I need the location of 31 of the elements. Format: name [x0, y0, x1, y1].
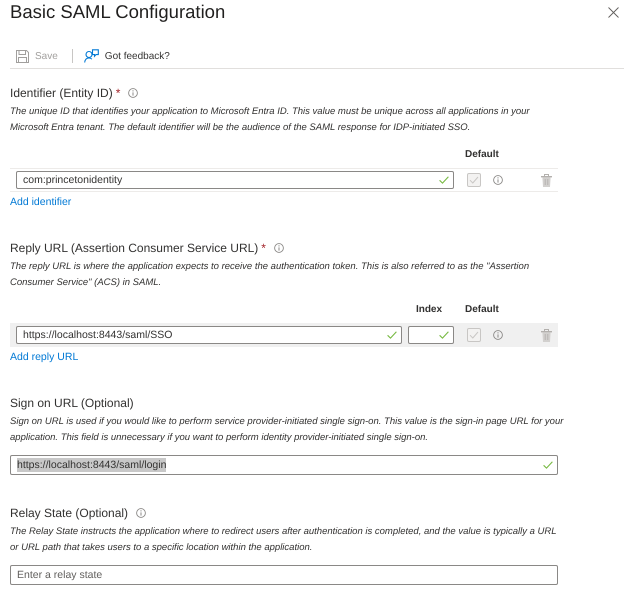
text-field[interactable]: com:princetonidentity	[16, 171, 454, 189]
panel-title: Basic SAML Configuration	[10, 0, 226, 24]
add-link[interactable]: Add reply URL	[10, 350, 78, 364]
info-icon[interactable]	[128, 88, 138, 98]
field-label: Sign on URL (Optional)	[10, 395, 134, 411]
field-description: The reply URL is where the application expects to receive the authentication token. This is also referred to as the "Assertion Consumer Service" (ACS) in SAML.	[10, 260, 530, 290]
column-header: Index	[414, 303, 444, 317]
field-label: Relay State (Optional)	[10, 505, 128, 521]
text-field[interactable]: Enter a relay state	[10, 565, 558, 585]
trash-icon[interactable]	[541, 174, 552, 186]
add-link[interactable]: Add identifier	[10, 195, 72, 209]
info-icon[interactable]	[493, 330, 503, 340]
trash-icon[interactable]	[541, 328, 552, 342]
field-description: The unique ID that identifies your application to Microsoft Entra ID. This value must be unique across all applications in your Microsoft Entra tenant. The default identifier will be the audience of the SAML response for IDP-initiated SSO.	[10, 105, 531, 135]
index-field[interactable]	[408, 326, 454, 344]
info-icon[interactable]	[274, 243, 284, 253]
field-description: Sign on URL is used if you would like to perform service provider-initiated single sign-on. This value is the sign-in page URL for your application. This field is unnecessary if you want to perform identity provider-initiated single sign-on.	[10, 415, 565, 445]
column-header: Default	[464, 303, 500, 317]
person-speech-bubble-icon	[84, 49, 99, 63]
feedback-button[interactable]: Got feedback?	[84, 47, 170, 65]
field-label: Identifier (Entity ID)	[10, 85, 113, 101]
field-description: The Relay State instructs the application where to redirect users after authentication is completed, and the value is typically a URL or URL path that takes users to a specific location within the application.	[10, 525, 558, 555]
required-mark: *	[261, 240, 266, 256]
field-label: Reply URL (Assertion Consumer Service URL)	[10, 240, 258, 256]
close-icon[interactable]	[608, 6, 619, 18]
info-icon[interactable]	[136, 508, 146, 518]
column-header: Default	[464, 148, 500, 162]
info-icon[interactable]	[493, 175, 503, 185]
text-field[interactable]: https://localhost:8443/saml/login	[10, 455, 558, 475]
text-field[interactable]: https://localhost:8443/saml/SSO	[16, 326, 402, 344]
required-mark: *	[116, 85, 120, 101]
